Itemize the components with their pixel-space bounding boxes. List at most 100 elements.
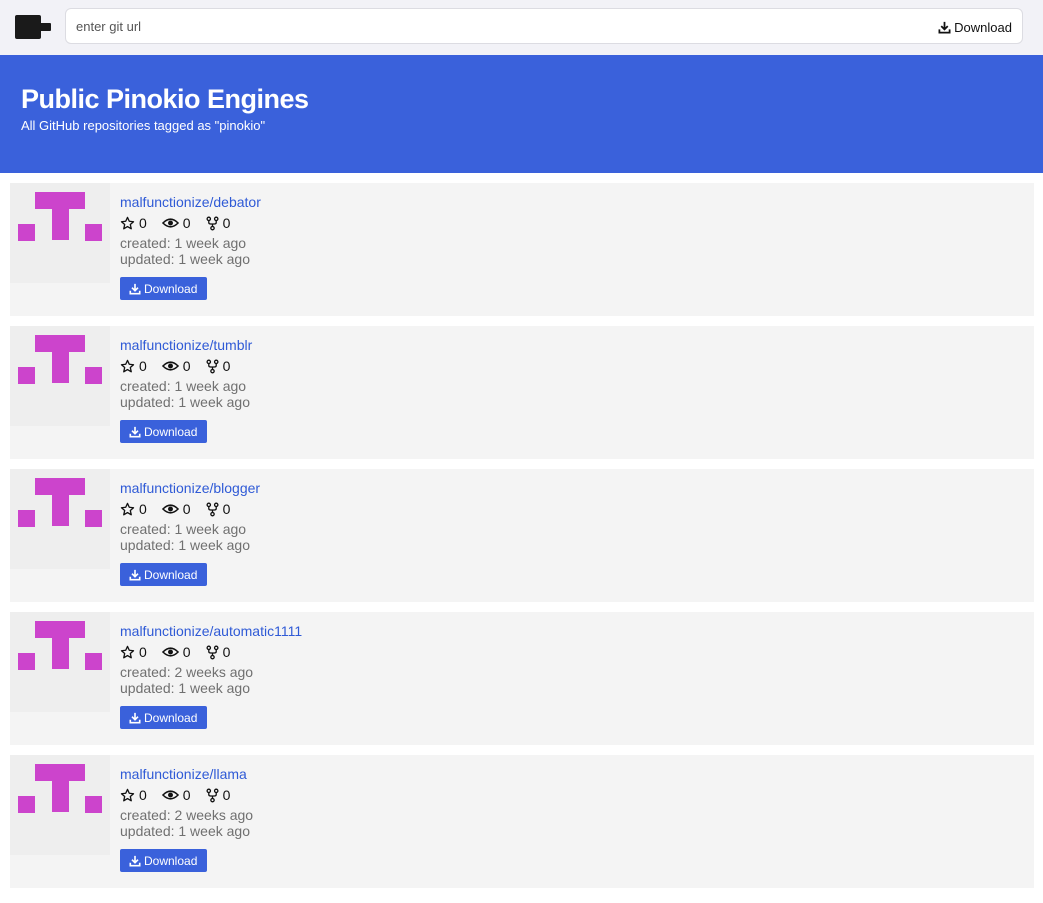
page-title: Public Pinokio Engines [21,84,309,114]
star-icon [120,645,135,658]
stars-stat: 0 [120,644,147,660]
updated-text: updated: 1 week ago [120,251,250,267]
download-label: Download [144,853,198,868]
created-text: created: 1 week ago [120,378,247,394]
repo-card: malfunctionize/blogger 0 0 0 created: 1 … [10,469,1034,602]
repo-thumbnail [10,326,110,426]
download-label: Download [144,710,198,725]
download-icon [938,21,951,33]
repo-stats: 0 0 0 [120,358,245,374]
repo-name-link[interactable]: malfunctionize/tumblr [120,337,252,353]
stars-stat: 0 [120,215,147,231]
repo-name-link[interactable]: malfunctionize/debator [120,194,261,210]
header-download-label: Download [954,19,1012,35]
download-icon [129,855,141,867]
stars-count: 0 [139,501,147,517]
repo-avatar-icon [18,192,102,241]
repo-thumbnail [10,612,110,712]
forks-count: 0 [222,644,231,660]
eye-icon [161,790,179,800]
forks-count: 0 [222,215,231,231]
created-text: created: 2 weeks ago [120,807,254,823]
created-text: created: 1 week ago [120,235,247,251]
repo-name-link[interactable]: malfunctionize/automatic1111 [120,623,302,639]
star-icon [120,502,135,515]
download-button[interactable]: Download [120,420,208,443]
star-icon [120,788,135,801]
stars-count: 0 [139,215,147,231]
created-text: created: 1 week ago [120,521,247,537]
repo-name-link[interactable]: malfunctionize/blogger [120,480,260,496]
stars-stat: 0 [120,358,147,374]
stars-count: 0 [139,787,147,803]
url-bar: Download [65,8,1023,44]
repo-card: malfunctionize/tumblr 0 0 0 created: 1 w… [10,326,1034,459]
forks-count: 0 [222,787,231,803]
repo-thumbnail [10,755,110,855]
repo-avatar-icon [18,335,102,384]
eye-icon [161,647,179,657]
download-label: Download [144,567,198,582]
watchers-count: 0 [182,787,191,803]
watchers-count: 0 [182,501,191,517]
repo-list: malfunctionize/debator 0 0 0 created: 1 … [10,183,1034,898]
updated-text: updated: 1 week ago [120,394,250,410]
stars-stat: 0 [120,501,147,517]
updated-text: updated: 1 week ago [120,680,250,696]
download-button[interactable]: Download [120,849,208,872]
download-icon [129,283,141,295]
repo-thumbnail [10,469,110,569]
watchers-count: 0 [182,358,191,374]
watchers-count: 0 [182,644,191,660]
header-download-button[interactable]: Download [938,18,1012,36]
download-icon [129,569,141,581]
fork-icon [206,502,219,516]
eye-icon [161,504,179,514]
updated-text: updated: 1 week ago [120,537,250,553]
repo-card: malfunctionize/automatic1111 0 0 0 creat… [10,612,1034,745]
repo-avatar-icon [18,621,102,670]
stars-count: 0 [139,644,147,660]
stars-count: 0 [139,358,147,374]
fork-icon [206,788,219,802]
watchers-stat: 0 [161,215,191,231]
download-icon [129,712,141,724]
stars-stat: 0 [120,787,147,803]
watchers-stat: 0 [161,644,191,660]
download-label: Download [144,424,198,439]
watchers-stat: 0 [161,787,191,803]
repo-card: malfunctionize/llama 0 0 0 created: 2 we… [10,755,1034,888]
hero-banner: Public Pinokio Engines All GitHub reposi… [0,55,1043,173]
forks-count: 0 [222,358,231,374]
repo-name-link[interactable]: malfunctionize/llama [120,766,247,782]
created-text: created: 2 weeks ago [120,664,254,680]
eye-icon [161,218,179,228]
repo-stats: 0 0 0 [120,501,245,517]
download-button[interactable]: Download [120,706,208,729]
forks-stat: 0 [206,787,231,803]
download-icon [129,426,141,438]
forks-count: 0 [222,501,231,517]
star-icon [120,216,135,229]
page-subtitle: All GitHub repositories tagged as "pinok… [21,118,266,133]
watchers-stat: 0 [161,358,191,374]
repo-stats: 0 0 0 [120,644,245,660]
top-bar: Download [0,0,1043,55]
git-url-input[interactable] [76,15,876,37]
updated-text: updated: 1 week ago [120,823,250,839]
download-label: Download [144,281,198,296]
repo-avatar-icon [18,478,102,527]
fork-icon [206,359,219,373]
forks-stat: 0 [206,644,231,660]
download-button[interactable]: Download [120,563,208,586]
repo-avatar-icon [18,764,102,813]
fork-icon [206,645,219,659]
forks-stat: 0 [206,358,231,374]
star-icon [120,359,135,372]
watchers-stat: 0 [161,501,191,517]
download-button[interactable]: Download [120,277,208,300]
fork-icon [206,216,219,230]
watchers-count: 0 [182,215,191,231]
pinokio-logo-icon[interactable] [15,15,51,39]
repo-stats: 0 0 0 [120,215,245,231]
